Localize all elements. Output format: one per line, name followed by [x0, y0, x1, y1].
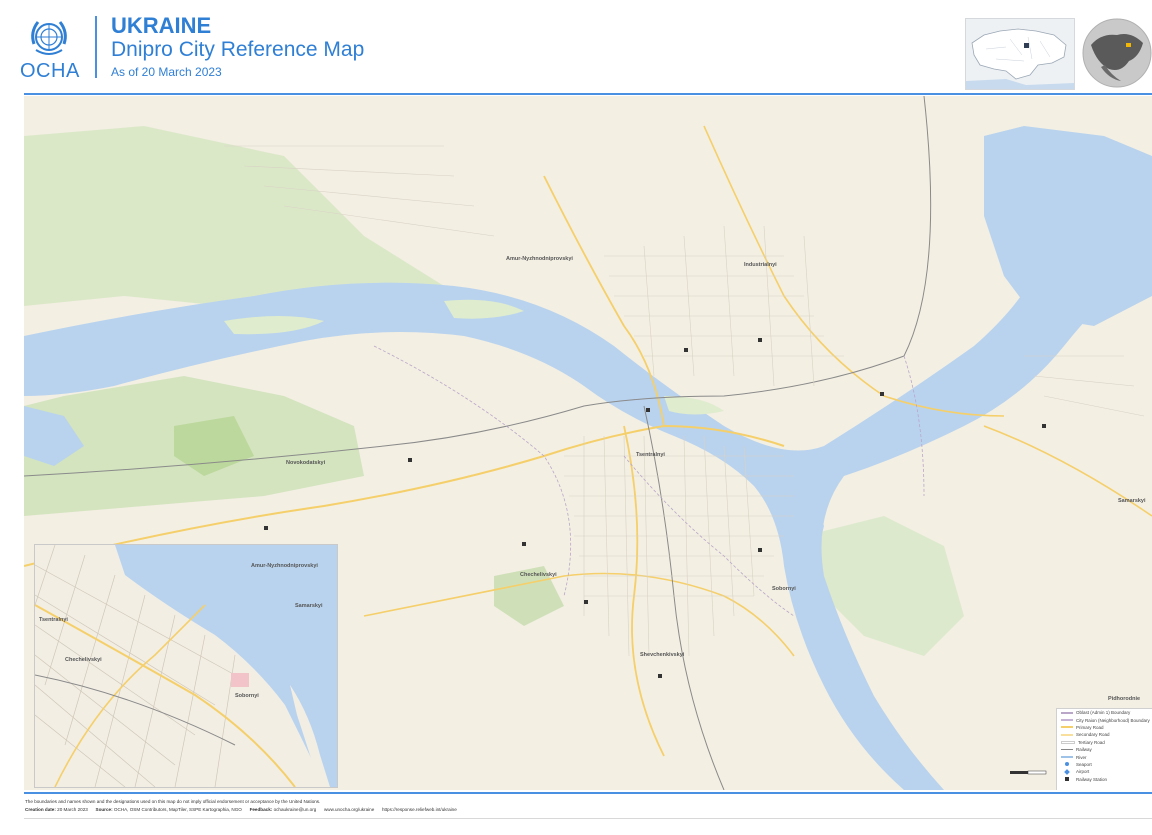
legend-item-secondary-road: Secondary Road [1057, 731, 1152, 738]
inset-map[interactable]: Amur-Nyzhnodniprovskyi Samarskyi Tsentra… [34, 544, 338, 788]
legend-item-tertiary-road: Tertiary Road [1057, 739, 1152, 746]
legend-label: Oblast (Admin 1) Boundary [1076, 710, 1131, 716]
district-label-shevchenkivskyi: Shevchenkivskyi [640, 652, 685, 658]
legend-item-railway-station: Railway Station [1057, 776, 1152, 783]
globe-locator-map [1082, 18, 1152, 88]
legend-label: Railway [1076, 747, 1092, 753]
legend-swatch [1061, 756, 1073, 759]
legend-item-raion-boundary: City Raion (Neighborhood) Boundary [1057, 716, 1152, 723]
inset-base-layer [35, 545, 337, 787]
map-title: Dnipro City Reference Map [111, 38, 365, 61]
footer-credits: Creation date: 20 March 2023 Source: OCH… [25, 807, 457, 812]
legend-swatch [1061, 711, 1073, 714]
title-divider [95, 16, 97, 78]
legend-label: Tertiary Road [1078, 739, 1105, 745]
legend-item-seaport: Seaport [1057, 761, 1152, 768]
anchor-icon [1065, 762, 1069, 767]
inset-label-chechelivskyi: Chechelivskyi [65, 657, 102, 663]
legend-label: City Raion (Neighborhood) Boundary [1076, 717, 1150, 723]
legend-label: Seaport [1076, 761, 1092, 767]
map-date: As of 20 March 2023 [111, 65, 222, 79]
district-label-sobornyi: Sobornyi [772, 586, 796, 592]
district-label-tsentralnyi: Tsentralnyi [636, 452, 665, 458]
legend-label: Airport [1076, 769, 1090, 775]
legend-swatch [1061, 719, 1073, 722]
legend-label: Railway Station [1076, 776, 1108, 782]
country-title: UKRAINE [111, 13, 212, 38]
map-header: OCHA UKRAINE Dnipro City Reference Map A… [0, 0, 1152, 92]
un-emblem-icon [31, 21, 67, 55]
district-label-novokodatskyi: Novokodatskyi [286, 460, 326, 466]
legend-swatch [1061, 733, 1073, 736]
legend-item-river: River [1057, 753, 1152, 760]
legend-item-primary-road: Primary Road [1057, 724, 1152, 731]
legend-list: Oblast (Admin 1) Boundary City Raion (Ne… [1057, 709, 1152, 783]
inset-label-amur-nyzhnodniprovskyi: Amur-Nyzhnodniprovskyi [251, 563, 318, 569]
district-label-pidhorodnie: Pidhorodnie [1108, 696, 1141, 702]
district-label-samarskyi: Samarskyi [1118, 498, 1146, 504]
footer-disclaimer: The boundaries and names shown and the d… [25, 799, 321, 804]
feedback-email-link[interactable]: ochaukraine@un.org [274, 807, 317, 812]
creation-date-label: Creation date: [25, 807, 56, 812]
legend-item-airport: Airport [1057, 768, 1152, 775]
legend-item-oblast-boundary: Oblast (Admin 1) Boundary [1057, 709, 1152, 716]
legend-item-railway: Railway [1057, 746, 1152, 753]
legend-label: River [1076, 754, 1087, 760]
ocha-logo: OCHA [18, 14, 80, 84]
source-value: OCHA, OSM Contributors, MapTiler, SSPE K… [113, 807, 242, 812]
footer-rule [24, 792, 1152, 794]
scale-bar [1010, 770, 1047, 775]
title-block: UKRAINE Dnipro City Reference Map As of … [111, 14, 364, 80]
main-map[interactable]: Amur-Nyzhnodniprovskyi Industrialnyi Nov… [24, 96, 1152, 790]
ukraine-locator-map [965, 18, 1075, 90]
footer-bottom-rule [24, 818, 1152, 819]
district-label-industrialnyi: Industrialnyi [744, 262, 777, 268]
ocha-wordmark: OCHA [20, 60, 80, 82]
district-label-chechelivskyi: Chechelivskyi [520, 572, 557, 578]
map-legend: Oblast (Admin 1) Boundary City Raion (Ne… [1056, 708, 1152, 790]
airplane-icon [1064, 768, 1070, 775]
feedback-label: Feedback: [249, 807, 273, 812]
inset-label-sobornyi: Sobornyi [235, 693, 259, 699]
legend-swatch [1061, 740, 1075, 744]
ocha-ukraine-link[interactable]: www.unocha.org/ukraine [324, 807, 374, 812]
creation-date-value: 20 March 2023 [57, 807, 88, 812]
inset-label-samarskyi: Samarskyi [295, 603, 323, 609]
legend-label: Primary Road [1076, 724, 1104, 730]
railway-station-icon [1065, 777, 1069, 782]
source-label: Source: [95, 807, 113, 812]
reliefweb-link[interactable]: https://response.reliefweb.int/ukraine [382, 807, 457, 812]
legend-swatch [1061, 749, 1073, 751]
legend-swatch [1061, 726, 1073, 729]
header-rule [24, 93, 1152, 95]
legend-label: Secondary Road [1076, 732, 1110, 738]
inset-label-tsentralnyi: Tsentralnyi [39, 617, 68, 623]
district-label-amur-nyzhnodniprovskyi: Amur-Nyzhnodniprovskyi [506, 256, 573, 262]
